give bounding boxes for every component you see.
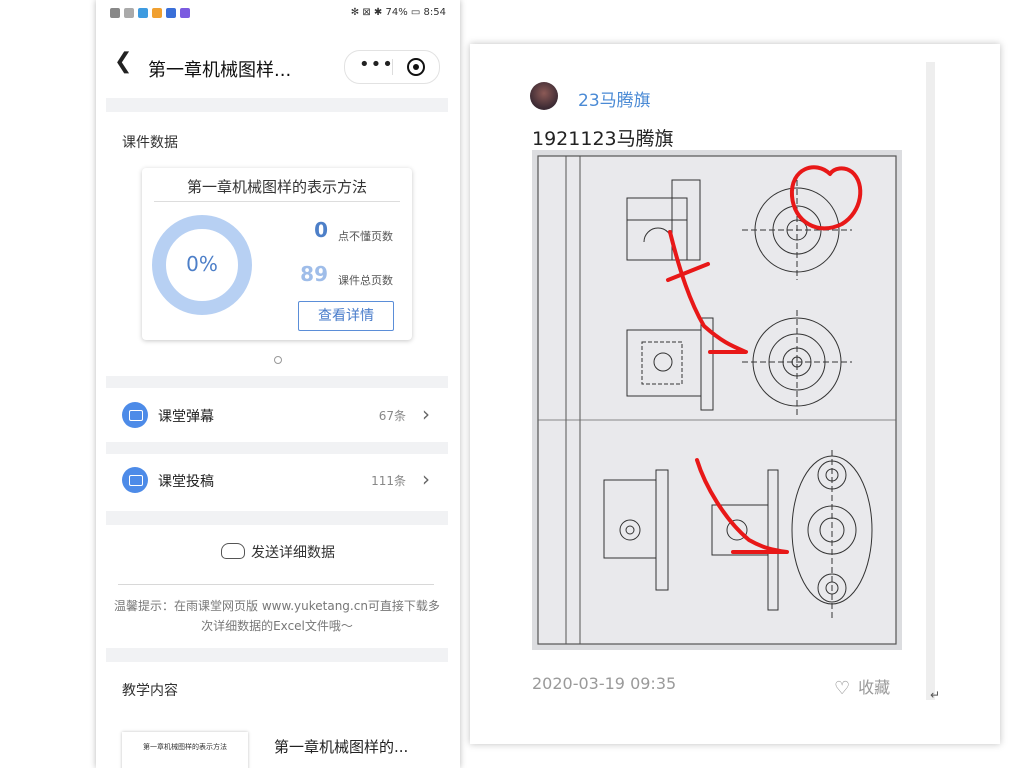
tip-text: 温馨提示：在雨课堂网页版 www.yuketang.cn可直接下载多次详细数据的… [114, 599, 440, 633]
danmaku-count: 67条 [378, 409, 406, 423]
thumbnail-title: 第一章机械图样的表示方法 [143, 743, 227, 751]
wifi-icon [124, 8, 134, 18]
send-label: 发送详细数据 [251, 545, 335, 561]
app-icon [166, 8, 176, 18]
carousel-dot[interactable] [274, 356, 282, 364]
divider [118, 584, 434, 585]
courseware-thumbnail[interactable]: 第一章机械图样的表示方法 [122, 732, 248, 768]
page-title: 第一章机械图样... [148, 60, 292, 81]
danmaku-label: 课堂弹幕 [158, 409, 214, 425]
app-icon [180, 8, 190, 18]
drawing-sheet [537, 155, 897, 645]
progress-percent: 0% [186, 252, 218, 276]
courseware-card: 第一章机械图样的表示方法 0% 0 点不懂页数 89 课件总页数 查看详情 [142, 168, 412, 340]
status-right: ✻ ⊠ ✱ 74% ▭ 8:54 [350, 7, 446, 18]
scrollbar[interactable] [926, 62, 935, 700]
send-detailed-data-button[interactable]: 发送详细数据 [96, 542, 460, 562]
section-gap [106, 511, 448, 525]
heart-icon: ♡ [834, 678, 851, 699]
chevron-right-icon: › [422, 467, 430, 491]
submission-icon [122, 467, 148, 493]
not-understood-count: 0 [314, 218, 328, 242]
more-icon[interactable]: ••• [359, 54, 394, 75]
courseware-section-title: 课件数据 [122, 135, 178, 151]
courseware-title: 第一章机械图样的表示方法 [186, 178, 367, 196]
submission-count: 111条 [371, 474, 406, 488]
submission-post: 23马腾旗 1921123马腾旗 2020-03-19 09:35 ♡ 收藏 ↵ [470, 44, 1000, 744]
close-miniprogram-icon[interactable] [407, 58, 425, 76]
author-name[interactable]: 23马腾旗 [578, 86, 651, 111]
section-gap [106, 98, 448, 112]
return-mark: ↵ [930, 688, 941, 702]
mobile-screen: ✻ ⊠ ✱ 74% ▭ 8:54 ❮ 第一章机械图样... ••• 课件数据 第… [96, 0, 460, 768]
total-pages-label: 课件总页数 [338, 274, 393, 287]
mini-program-capsule: ••• [344, 50, 440, 84]
divider [154, 201, 400, 202]
submission-label: 课堂投稿 [158, 474, 214, 490]
submission-row[interactable]: 课堂投稿 111条 › [106, 455, 448, 507]
section-gap [106, 376, 448, 388]
capsule-divider [392, 59, 393, 75]
app-icon [152, 8, 162, 18]
danmaku-row[interactable]: 课堂弹幕 67条 › [106, 390, 448, 442]
favorite-label: 收藏 [858, 678, 891, 697]
app-icon [138, 8, 148, 18]
signal-icon [110, 8, 120, 18]
view-details-button[interactable]: 查看详情 [298, 301, 394, 331]
battery-percent: 74% [385, 7, 408, 18]
post-caption: 1921123马腾旗 [532, 128, 674, 150]
post-timestamp: 2020-03-19 09:35 [532, 674, 677, 693]
status-bar: ✻ ⊠ ✱ 74% ▭ 8:54 [96, 0, 460, 28]
engineering-drawing-photo[interactable] [532, 150, 902, 650]
avatar[interactable] [530, 82, 558, 110]
title-bar: ❮ 第一章机械图样... ••• [96, 28, 460, 92]
status-icons [110, 8, 190, 18]
back-icon[interactable]: ❮ [114, 51, 132, 73]
section-gap [106, 648, 448, 662]
section-gap [106, 442, 448, 454]
total-pages-count: 89 [300, 262, 328, 286]
danmaku-icon [122, 402, 148, 428]
favorite-button[interactable]: ♡ 收藏 [834, 674, 890, 699]
not-understood-label: 点不懂页数 [338, 230, 393, 243]
teaching-section-title: 教学内容 [122, 683, 178, 699]
cloud-upload-icon [221, 543, 245, 559]
teaching-item-title[interactable]: 第一章机械图样的... [274, 736, 408, 757]
chevron-right-icon: › [422, 402, 430, 426]
clock: 8:54 [423, 7, 446, 18]
